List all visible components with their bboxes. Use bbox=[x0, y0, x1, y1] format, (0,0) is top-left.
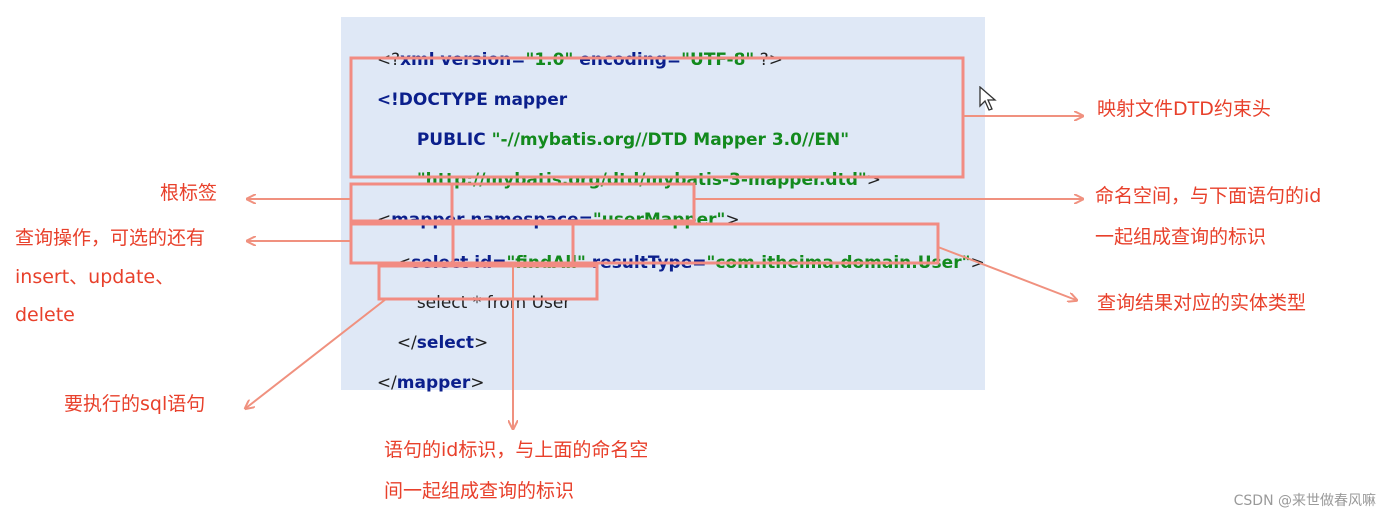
statement-id-label-line2: 间一起组成查询的标识 bbox=[384, 480, 575, 502]
sql-highlight-box bbox=[377, 264, 599, 301]
select-tag-highlight-box bbox=[349, 222, 455, 265]
namespace-label-line2: 一起组成查询的标识 bbox=[1095, 226, 1267, 248]
query-op-label-line1: 查询操作，可选的还有 bbox=[15, 227, 206, 249]
id-highlight-box bbox=[451, 222, 575, 265]
mouse-pointer-icon bbox=[979, 86, 997, 111]
mapper-tag-highlight-box bbox=[349, 182, 454, 223]
result-type-highlight-box bbox=[571, 222, 940, 265]
dtd-header-label: 映射文件DTD约束头 bbox=[1097, 98, 1271, 120]
sql-arrow bbox=[246, 298, 387, 408]
doctype-highlight-box bbox=[349, 56, 965, 179]
query-op-label-line3: delete bbox=[15, 304, 75, 326]
namespace-label-line1: 命名空间，与下面语句的id bbox=[1095, 185, 1322, 207]
result-type-arrow bbox=[937, 246, 1076, 300]
result-type-label: 查询结果对应的实体类型 bbox=[1097, 292, 1307, 314]
csdn-watermark: CSDN @来世做春风嘛 bbox=[1233, 493, 1376, 509]
namespace-highlight-box bbox=[450, 182, 696, 223]
sql-statement-label: 要执行的sql语句 bbox=[64, 393, 206, 415]
root-tag-label: 根标签 bbox=[160, 182, 218, 204]
query-op-label-line2: insert、update、 bbox=[15, 266, 175, 288]
statement-id-label-line1: 语句的id标识，与上面的命名空 bbox=[384, 439, 649, 461]
annotation-overlay bbox=[0, 56, 1388, 518]
